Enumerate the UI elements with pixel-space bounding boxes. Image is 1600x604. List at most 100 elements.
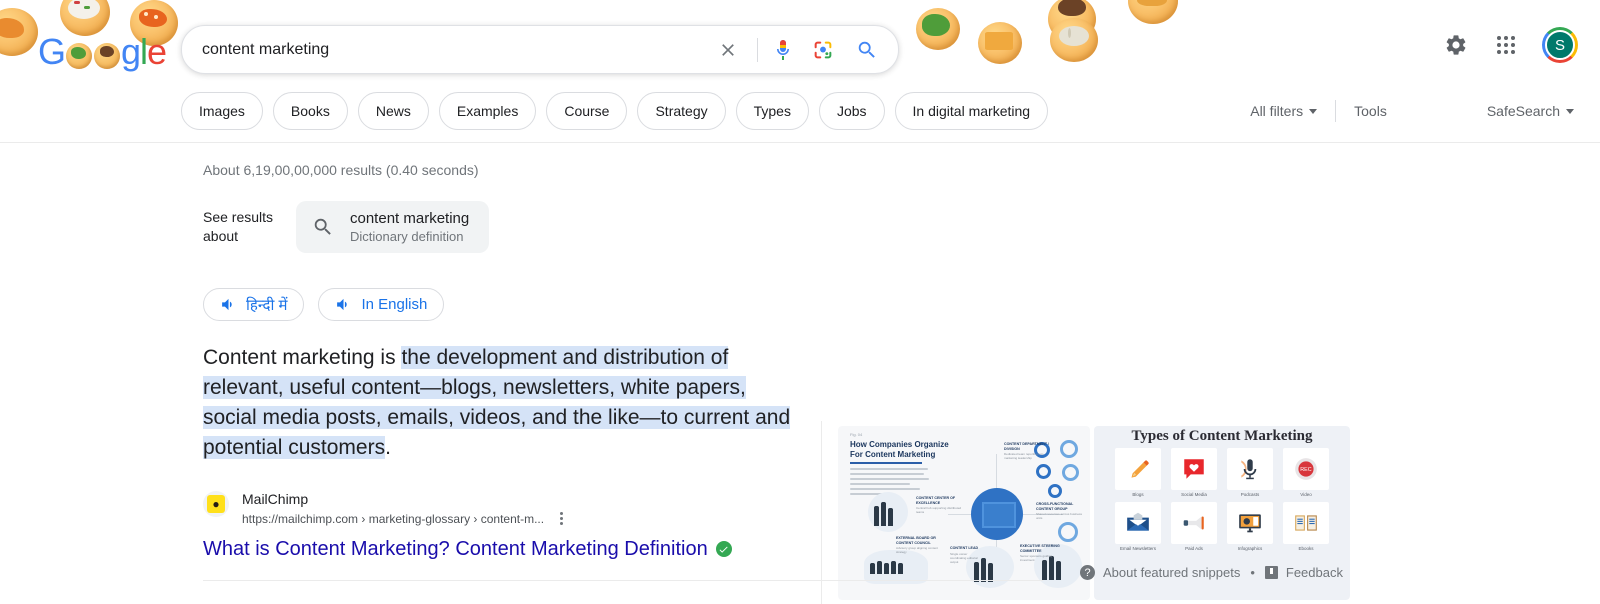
filter-chip-course[interactable]: Course bbox=[546, 92, 627, 130]
type-caption-social-media: Social Media bbox=[1181, 492, 1207, 498]
mailchimp-favicon: ● bbox=[207, 495, 225, 513]
type-cell-blogs: Blogs bbox=[1112, 448, 1164, 498]
search-input[interactable] bbox=[182, 26, 711, 73]
account-avatar[interactable]: S bbox=[1542, 27, 1578, 63]
language-button-english-label: In English bbox=[361, 296, 427, 313]
google-apps-button[interactable] bbox=[1492, 31, 1520, 59]
type-cell-podcasts: Podcasts bbox=[1224, 448, 1276, 498]
filter-chip-types[interactable]: Types bbox=[736, 92, 809, 130]
result-source: ● MailChimp https://mailchimp.com › mark… bbox=[203, 489, 803, 528]
infographic-title-line2: For Content Marketing bbox=[850, 450, 935, 459]
about-featured-snippets-label: About featured snippets bbox=[1103, 565, 1240, 580]
tools-button[interactable]: Tools bbox=[1354, 103, 1387, 119]
source-site-name: MailChimp bbox=[242, 489, 567, 509]
snippet-text-tail: . bbox=[385, 436, 391, 459]
dictionary-card-title: content marketing bbox=[350, 209, 469, 228]
header-right-actions: S bbox=[1442, 27, 1578, 63]
kebab-menu-icon[interactable] bbox=[556, 509, 567, 528]
feedback-label: Feedback bbox=[1286, 565, 1343, 580]
infographic-label-5: EXECUTIVE STEERING COMMITTEE Senior spon… bbox=[1020, 544, 1064, 562]
search-filter-chips: Images Books News Examples Course Strate… bbox=[181, 92, 1048, 130]
speaker-icon bbox=[335, 296, 352, 313]
envelope-icon bbox=[1115, 502, 1161, 544]
snippet-text-plain: Content marketing is bbox=[203, 346, 401, 369]
see-results-about-label: See results about bbox=[203, 208, 278, 246]
infographic-label-3: EXTERNAL BOARD OR CONTENT COUNCIL Adviso… bbox=[896, 536, 948, 554]
source-text-block: MailChimp https://mailchimp.com › market… bbox=[242, 489, 567, 528]
language-buttons: हिन्दी में In English bbox=[203, 288, 803, 321]
speaker-icon bbox=[220, 296, 237, 313]
language-button-hindi[interactable]: हिन्दी में bbox=[203, 288, 304, 321]
clear-search-button[interactable] bbox=[711, 33, 745, 67]
dictionary-card-text: content marketing Dictionary definition bbox=[350, 209, 469, 245]
content-vertical-divider bbox=[821, 421, 822, 604]
tools-divider bbox=[1335, 100, 1336, 122]
types-infographic-title: Types of Content Marketing bbox=[1094, 428, 1350, 445]
tools-label: Tools bbox=[1354, 103, 1387, 119]
infographic-rule bbox=[850, 462, 922, 464]
google-logo[interactable]: Ggle bbox=[38, 32, 166, 72]
filter-chip-in-digital-marketing[interactable]: In digital marketing bbox=[895, 92, 1049, 130]
about-featured-snippets-link[interactable]: ? About featured snippets bbox=[1080, 565, 1240, 580]
search-box[interactable] bbox=[181, 25, 899, 74]
type-caption-paid-ads: Paid Ads bbox=[1185, 546, 1203, 552]
type-cell-ebooks: Ebooks bbox=[1280, 502, 1332, 552]
infographic-title-line1: How Companies Organize bbox=[850, 440, 949, 449]
filter-chip-examples[interactable]: Examples bbox=[439, 92, 536, 130]
verified-check-icon bbox=[716, 541, 732, 557]
google-apps-grid-icon bbox=[1497, 36, 1515, 54]
infographic-label-2: CROSS-FUNCTIONAL CONTENT GROUP Shared re… bbox=[1036, 502, 1084, 520]
submit-search-button[interactable] bbox=[850, 33, 884, 67]
infographic-how-companies-organize[interactable]: Fig. 04 How Companies Organize For Conte… bbox=[838, 426, 1090, 600]
safesearch-label: SafeSearch bbox=[1487, 103, 1560, 119]
google-lens-icon bbox=[812, 39, 834, 61]
infographic-center-node bbox=[971, 488, 1023, 540]
type-caption-blogs: Blogs bbox=[1132, 492, 1143, 498]
type-caption-email-newsletters: Email Newsletters bbox=[1120, 546, 1156, 552]
avatar-initial: S bbox=[1545, 30, 1575, 60]
filter-chip-strategy[interactable]: Strategy bbox=[637, 92, 725, 130]
type-caption-video: Video bbox=[1300, 492, 1311, 498]
all-filters-button[interactable]: All filters bbox=[1250, 103, 1317, 119]
type-caption-infographics: Infographics bbox=[1238, 546, 1263, 552]
chevron-down-icon bbox=[1566, 109, 1574, 114]
dictionary-card-subtitle: Dictionary definition bbox=[350, 228, 469, 245]
type-cell-social-media: Social Media bbox=[1168, 448, 1220, 498]
search-icon bbox=[856, 39, 878, 61]
type-caption-podcasts: Podcasts bbox=[1241, 492, 1260, 498]
filter-chip-images[interactable]: Images bbox=[181, 92, 263, 130]
pencil-icon bbox=[1115, 448, 1161, 490]
voice-search-button[interactable] bbox=[766, 33, 800, 67]
open-book-icon bbox=[1283, 502, 1329, 544]
filter-chip-books[interactable]: Books bbox=[273, 92, 348, 130]
google-search-results-page: Ggle bbox=[0, 0, 1600, 604]
feedback-link[interactable]: Feedback bbox=[1265, 565, 1343, 580]
infographic-title: How Companies Organize For Content Marke… bbox=[850, 440, 949, 460]
filter-chip-news[interactable]: News bbox=[358, 92, 429, 130]
snippet-bottom-divider bbox=[203, 580, 1043, 581]
language-button-english[interactable]: In English bbox=[318, 288, 444, 321]
result-title-link[interactable]: What is Content Marketing? Content Marke… bbox=[203, 536, 803, 562]
logo-letter-g-upper: G bbox=[38, 34, 65, 70]
settings-button[interactable] bbox=[1442, 31, 1470, 59]
result-title-text: What is Content Marketing? Content Marke… bbox=[203, 536, 708, 562]
types-infographic-grid: Blogs Social Media bbox=[1112, 448, 1332, 552]
chevron-down-icon bbox=[1309, 109, 1317, 114]
rec-button-icon: REC bbox=[1283, 448, 1329, 490]
language-button-hindi-label: हिन्दी में bbox=[246, 295, 287, 315]
logo-letter-e: e bbox=[147, 34, 166, 70]
see-results-about-section: See results about content marketing Dict… bbox=[203, 201, 489, 253]
dictionary-definition-card[interactable]: content marketing Dictionary definition bbox=[296, 201, 489, 253]
type-cell-infographics: Infographics bbox=[1224, 502, 1276, 552]
footer-separator: • bbox=[1250, 565, 1255, 580]
filter-chip-jobs[interactable]: Jobs bbox=[819, 92, 885, 130]
infographic-label-1: CONTENT DEPARTMENT / DIVISION Dedicated … bbox=[1004, 442, 1050, 460]
featured-snippet-text: Content marketing is the development and… bbox=[203, 343, 803, 463]
svg-text:REC: REC bbox=[1300, 467, 1312, 473]
lens-search-button[interactable] bbox=[806, 33, 840, 67]
heart-speech-bubble-icon bbox=[1171, 448, 1217, 490]
safesearch-button[interactable]: SafeSearch bbox=[1487, 103, 1574, 119]
close-icon bbox=[718, 40, 738, 60]
page-header: Ggle bbox=[0, 0, 1600, 142]
microphone-icon bbox=[1227, 448, 1273, 490]
